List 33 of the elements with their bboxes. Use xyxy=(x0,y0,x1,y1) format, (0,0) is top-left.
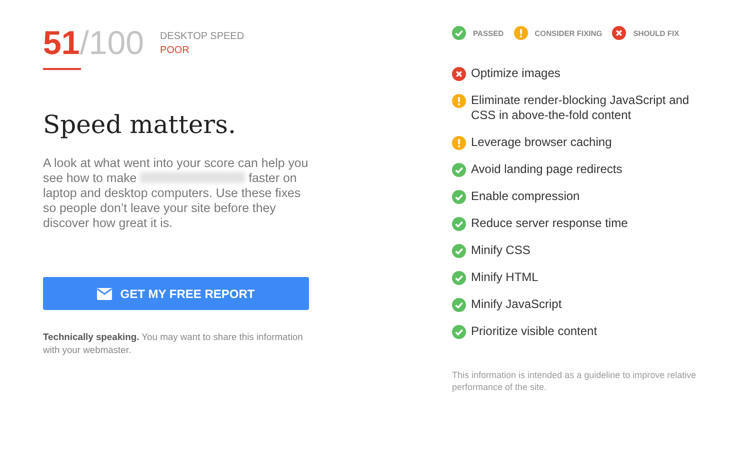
check-circle-icon xyxy=(452,324,466,339)
rule-item: Leverage browser caching xyxy=(471,135,613,151)
check-circle-icon xyxy=(452,244,466,258)
rule-item: Minify HTML xyxy=(471,270,540,286)
disclaimer-text: This information is intended as a guideline to improve relative performance of the site. xyxy=(452,368,698,394)
rule-item: Reduce server response time xyxy=(471,216,629,232)
check-circle-icon xyxy=(452,298,466,312)
exclamation-circle-icon xyxy=(514,26,528,40)
check-circle-icon xyxy=(452,216,466,231)
score-rating: POOR xyxy=(160,44,190,58)
check-circle-icon xyxy=(452,26,466,40)
score-label: DESKTOP SPEED xyxy=(160,30,244,44)
rule-item: Prioritize visible content xyxy=(471,324,598,339)
score-value: 51 xyxy=(43,24,80,61)
rule-item: Enable compression xyxy=(471,189,581,204)
heading: Speed matters. xyxy=(43,110,237,139)
rule-item: Optimize images xyxy=(471,66,562,82)
intro-paragraph: A look at what went into your score can help you see how to make faster on laptop and desktop computers. Use these fixes so people don’t leave your site before they discover how great it is. xyxy=(43,156,309,231)
exclamation-circle-icon xyxy=(452,136,466,150)
rule-item: Minify CSS xyxy=(471,242,532,258)
note-text: Technically speaking. You may want to share this information with your webmaster. xyxy=(43,330,304,356)
cross-circle-icon xyxy=(452,67,466,81)
check-circle-icon xyxy=(452,190,466,204)
exclamation-circle-icon xyxy=(452,94,466,108)
check-circle-icon xyxy=(452,163,466,178)
check-circle-icon xyxy=(452,270,466,285)
cross-circle-icon xyxy=(612,26,626,40)
rule-item: Eliminate render-blocking JavaScript and CSS in above-the-fold content xyxy=(471,92,690,124)
rule-item: Minify JavaScript xyxy=(471,296,563,312)
mail-icon xyxy=(97,288,112,300)
rule-item: Avoid landing page redirects xyxy=(471,162,624,178)
report-button[interactable]: GET MY FREE REPORT xyxy=(43,277,309,310)
score-max: /100 xyxy=(80,24,144,61)
